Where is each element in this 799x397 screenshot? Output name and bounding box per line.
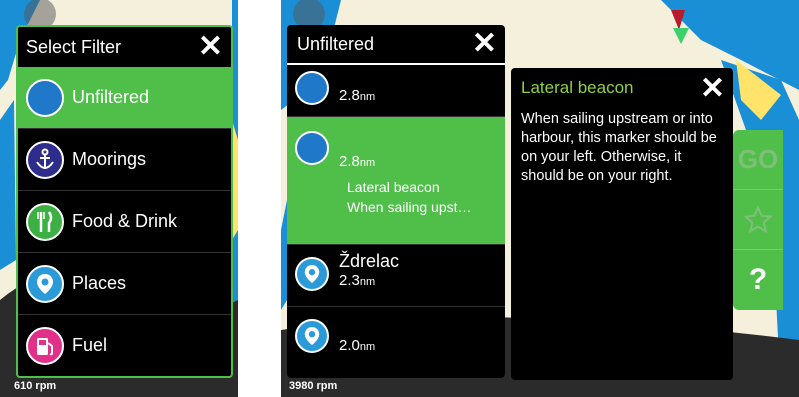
list-item[interactable]: 2.0nm — [287, 307, 505, 369]
list-item[interactable]: 2.8nm — [287, 65, 505, 117]
go-button[interactable]: GO — [733, 130, 783, 190]
filter-item-fuel[interactable]: Fuel — [18, 315, 231, 376]
left-screen: Select Filter ✕ Unfiltered Moorings Food… — [0, 0, 238, 397]
favorite-button[interactable] — [733, 190, 783, 250]
location-pin-icon — [295, 257, 329, 291]
filter-panel: Select Filter ✕ Unfiltered Moorings Food… — [16, 25, 233, 378]
info-title: Lateral beacon — [521, 78, 634, 97]
circle-icon — [26, 78, 64, 117]
anchor-icon — [26, 140, 64, 179]
filter-item-places[interactable]: Places — [18, 253, 231, 315]
filter-label: Moorings — [72, 149, 147, 169]
panel-title: Select Filter — [26, 36, 122, 57]
distance-value: 2.8nm — [339, 153, 376, 170]
rpm-readout: 3980 rpm — [289, 380, 338, 392]
list-item[interactable]: Ždrelac 2.3nm — [287, 245, 505, 307]
filter-item-unfiltered[interactable]: Unfiltered — [18, 67, 231, 129]
filter-item-food-drink[interactable]: Food & Drink — [18, 191, 231, 253]
filter-label: Food & Drink — [72, 211, 178, 231]
list-item-selected[interactable]: 2.8nm Lateral beacon When sailing upst… — [287, 117, 505, 245]
close-icon[interactable]: ✕ — [472, 29, 497, 59]
star-icon — [743, 204, 773, 233]
distance-value: 2.8nm — [339, 87, 376, 104]
distance-value: 2.0nm — [339, 337, 376, 354]
close-icon[interactable]: ✕ — [700, 74, 725, 104]
circle-icon — [295, 131, 329, 165]
info-body: When sailing upstream or into harbour, t… — [521, 111, 717, 184]
rpm-readout: 610 rpm — [14, 380, 57, 392]
filter-label: Places — [72, 273, 127, 293]
list-header: Unfiltered ✕ — [287, 25, 505, 65]
fork-knife-icon — [26, 202, 64, 241]
location-pin-icon — [26, 264, 64, 303]
results-panel: Unfiltered ✕ 2.8nm 2.8nm Lateral beacon … — [287, 25, 505, 378]
item-name: Ždrelac — [339, 251, 400, 271]
fuel-pump-icon — [26, 326, 64, 365]
action-bar: GO ? — [733, 130, 783, 310]
filter-label: Unfiltered — [72, 87, 150, 107]
item-name: Lateral beacon — [347, 179, 440, 195]
distance-value: 2.3nm — [339, 272, 376, 289]
circle-icon — [295, 71, 329, 105]
help-button[interactable]: ? — [733, 250, 783, 310]
location-pin-icon — [295, 319, 329, 353]
right-screen: Unfiltered ✕ 2.8nm 2.8nm Lateral beacon … — [281, 0, 799, 397]
panel-title: Unfiltered — [297, 33, 375, 54]
close-icon[interactable]: ✕ — [198, 32, 223, 62]
filter-label: Fuel — [72, 335, 108, 355]
filter-item-moorings[interactable]: Moorings — [18, 129, 231, 191]
item-description: When sailing upst… — [347, 199, 472, 215]
filter-header: Select Filter ✕ — [18, 27, 231, 67]
info-popup: Lateral beacon ✕ When sailing upstream o… — [511, 68, 733, 380]
